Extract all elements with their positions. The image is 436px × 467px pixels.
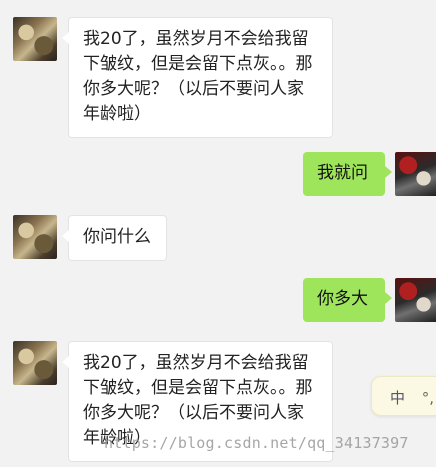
message-text: 你问什么 [83, 227, 151, 247]
watermark-url: https://blog.csdn.net/qq_34137397 [104, 434, 409, 452]
message-bubble-sent[interactable]: 你多大 [303, 278, 392, 322]
message-bubble-sent[interactable]: 我就问 [303, 152, 392, 196]
message-bubble-received[interactable]: 你问什么 [62, 215, 167, 261]
ime-punctuation-indicator[interactable]: °, [422, 389, 434, 407]
contact-avatar[interactable] [13, 341, 57, 385]
message-text: 我20了，虽然岁月不会给我留下皱纹，但是会留下点灰。。那你多大呢？（以后不要问人… [83, 29, 313, 124]
message-bubble-received[interactable]: 我20了，虽然岁月不会给我留下皱纹，但是会留下点灰。。那你多大呢？（以后不要问人… [62, 17, 333, 138]
message-text: 我就问 [317, 163, 368, 183]
ime-mode-indicator[interactable]: 中 [390, 389, 405, 407]
user-avatar[interactable] [395, 278, 436, 322]
contact-avatar[interactable] [13, 17, 57, 61]
contact-avatar[interactable] [13, 215, 57, 259]
user-avatar[interactable] [395, 152, 436, 196]
ime-status-bar[interactable]: 中 °, [371, 376, 436, 416]
message-text: 你多大 [317, 289, 368, 309]
